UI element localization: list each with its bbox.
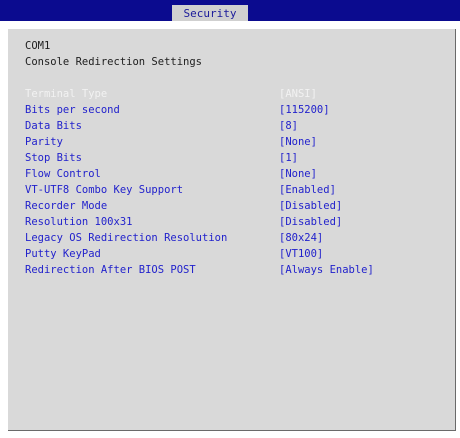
page-title: Console Redirection Settings — [25, 56, 203, 68]
setting-flow-control[interactable]: Flow Control [None] — [0, 168, 460, 182]
setting-label: Resolution 100x31 — [25, 216, 133, 228]
setting-value[interactable]: [Disabled] — [279, 200, 342, 212]
setting-label: Redirection After BIOS POST — [25, 264, 196, 276]
setting-label: VT-UTF8 Combo Key Support — [25, 184, 184, 196]
setting-value[interactable]: [80x24] — [279, 232, 323, 244]
tab-security[interactable]: Security — [172, 5, 248, 21]
setting-stop-bits[interactable]: Stop Bits [1] — [0, 152, 460, 166]
setting-parity[interactable]: Parity [None] — [0, 136, 460, 150]
setting-label: Terminal Type — [25, 88, 108, 100]
setting-resolution-100x31[interactable]: Resolution 100x31 [Disabled] — [0, 216, 460, 230]
setting-label: Flow Control — [25, 168, 101, 180]
setting-label: Putty KeyPad — [25, 248, 101, 260]
setting-label: Parity — [25, 136, 63, 148]
setting-putty-keypad[interactable]: Putty KeyPad [VT100] — [0, 248, 460, 262]
setting-data-bits[interactable]: Data Bits [8] — [0, 120, 460, 134]
setting-label: Stop Bits — [25, 152, 82, 164]
setting-value[interactable]: [Disabled] — [279, 216, 342, 228]
port-name: COM1 — [25, 40, 51, 52]
setting-vt-utf8-combo-key-support[interactable]: VT-UTF8 Combo Key Support [Enabled] — [0, 184, 460, 198]
setting-label: Bits per second — [25, 104, 120, 116]
setting-label: Legacy OS Redirection Resolution — [25, 232, 228, 244]
setting-value[interactable]: [1] — [279, 152, 298, 164]
setting-bits-per-second[interactable]: Bits per second [115200] — [0, 104, 460, 118]
setting-value[interactable]: [Enabled] — [279, 184, 336, 196]
setting-redirection-after-bios-post[interactable]: Redirection After BIOS POST [Always Enabl… — [0, 264, 460, 278]
setting-value[interactable]: [ANSI] — [279, 88, 317, 100]
setting-value[interactable]: [None] — [279, 136, 317, 148]
setting-label: Data Bits — [25, 120, 82, 132]
setting-value[interactable]: [Always Enable] — [279, 264, 374, 276]
setting-value[interactable]: [None] — [279, 168, 317, 180]
setting-legacy-os-redirection-resolution[interactable]: Legacy OS Redirection Resolution [80x24] — [0, 232, 460, 246]
setting-value[interactable]: [115200] — [279, 104, 330, 116]
top-menu-bar: Security — [0, 0, 460, 21]
setting-recorder-mode[interactable]: Recorder Mode [Disabled] — [0, 200, 460, 214]
setting-label: Recorder Mode — [25, 200, 108, 212]
setting-value[interactable]: [VT100] — [279, 248, 323, 260]
setting-value[interactable]: [8] — [279, 120, 298, 132]
setting-terminal-type[interactable]: Terminal Type [ANSI] — [0, 88, 460, 102]
